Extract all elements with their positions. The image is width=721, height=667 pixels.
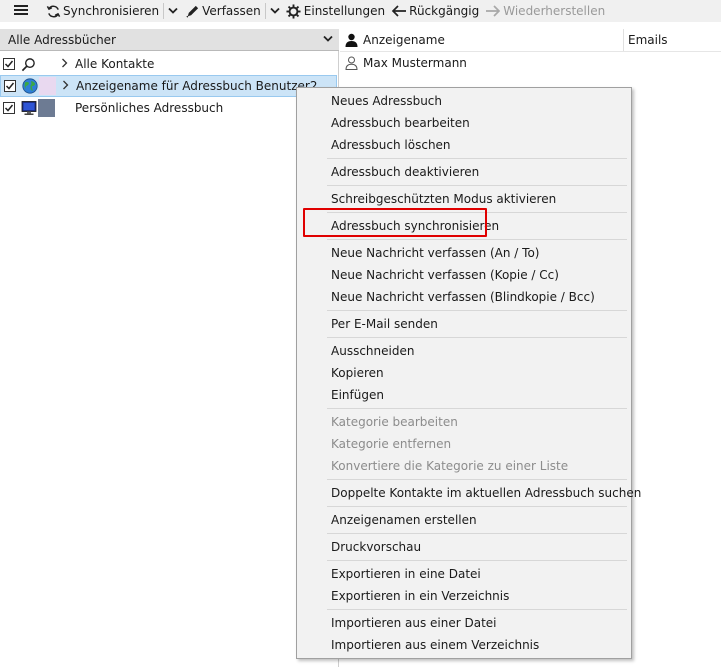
- tree-item-label: Alle Kontakte: [75, 57, 155, 71]
- chevron-down-icon: [270, 4, 280, 18]
- chevron-right-icon[interactable]: [61, 58, 68, 71]
- contacts-list-header: Anzeigename Emails: [340, 29, 721, 52]
- menu-separator: [327, 560, 627, 561]
- menu-item-import-file[interactable]: Importieren aus einer Datei: [331, 613, 497, 633]
- addressbook-filter-dropdown[interactable]: Alle Adressbücher: [0, 29, 339, 51]
- addressbook-checkbox[interactable]: [3, 102, 15, 114]
- menu-item-new-addressbook[interactable]: Neues Adressbuch: [331, 91, 442, 111]
- chevron-down-icon: [168, 4, 178, 18]
- toolbar: Synchronisieren Verfassen Einstellungen …: [0, 0, 721, 22]
- menu-item-edit-addressbook[interactable]: Adressbuch bearbeiten: [331, 113, 470, 133]
- toolbar-separator: [264, 3, 266, 19]
- compose-button[interactable]: Verfassen: [181, 0, 264, 22]
- menu-item-readonly-mode[interactable]: Schreibgeschützten Modus aktivieren: [331, 189, 556, 209]
- column-divider[interactable]: [623, 29, 624, 51]
- sync-dropdown-button[interactable]: [165, 0, 181, 22]
- menu-separator: [327, 533, 627, 534]
- menu-separator: [327, 185, 627, 186]
- tree-item-label: Anzeigename für Adressbuch Benutzer2: [76, 79, 318, 93]
- compose-dropdown-button[interactable]: [267, 0, 283, 22]
- addressbook-color-swatch: [38, 99, 55, 117]
- globe-icon: [21, 78, 38, 95]
- computer-icon: [20, 100, 37, 117]
- settings-label: Einstellungen: [303, 4, 386, 18]
- column-header-display-name[interactable]: Anzeigename: [343, 32, 445, 48]
- menu-item-cut[interactable]: Ausschneiden: [331, 341, 414, 361]
- menu-separator: [327, 310, 627, 311]
- menu-item-edit-category[interactable]: Kategorie bearbeiten: [331, 412, 458, 432]
- contact-row[interactable]: Max Mustermann: [340, 53, 467, 73]
- sync-label: Synchronisieren: [63, 4, 160, 18]
- menu-separator: [327, 239, 627, 240]
- menu-item-export-directory[interactable]: Exportieren in ein Verzeichnis: [331, 586, 509, 606]
- addressbook-checkbox[interactable]: [3, 58, 15, 70]
- toolbar-separator: [163, 3, 165, 19]
- menu-item-send-email[interactable]: Per E-Mail senden: [331, 314, 438, 334]
- tree-item-all-contacts[interactable]: Alle Kontakte: [0, 53, 337, 75]
- menu-separator: [327, 609, 627, 610]
- highlight-annotation: [303, 208, 487, 237]
- undo-label: Rückgängig: [409, 4, 480, 18]
- addressbook-color-swatch: [39, 77, 56, 95]
- menu-item-compose-to[interactable]: Neue Nachricht verfassen (An / To): [331, 243, 539, 263]
- menu-separator: [327, 506, 627, 507]
- hamburger-icon: [14, 4, 28, 19]
- menu-item-copy[interactable]: Kopieren: [331, 363, 384, 383]
- column-header-label: Emails: [628, 33, 668, 47]
- menu-separator: [327, 158, 627, 159]
- contact-display-name: Max Mustermann: [363, 56, 467, 70]
- arrow-left-icon: [391, 3, 407, 19]
- settings-button[interactable]: Einstellungen: [283, 0, 388, 22]
- sync-button[interactable]: Synchronisieren: [42, 0, 162, 22]
- addressbook-checkbox[interactable]: [4, 80, 16, 92]
- arrow-right-icon: [485, 3, 501, 19]
- menu-item-find-duplicates[interactable]: Doppelte Kontakte im aktuellen Adressbuc…: [331, 483, 641, 503]
- addressbook-filter-label: Alle Adressbücher: [8, 32, 116, 47]
- undo-button[interactable]: Rückgängig: [388, 0, 482, 22]
- menu-item-export-file[interactable]: Exportieren in eine Datei: [331, 564, 481, 584]
- menu-item-convert-category[interactable]: Konvertiere die Kategorie zu einer Liste: [331, 456, 568, 476]
- person-icon: [343, 32, 359, 48]
- menu-item-remove-category[interactable]: Kategorie entfernen: [331, 434, 451, 454]
- menu-item-delete-addressbook[interactable]: Adressbuch löschen: [331, 135, 451, 155]
- tree-item-personal-addressbook[interactable]: Persönliches Adressbuch: [0, 97, 337, 119]
- column-header-label: Anzeigename: [363, 33, 445, 47]
- redo-label: Wiederherstellen: [503, 4, 606, 18]
- menu-separator: [327, 337, 627, 338]
- menu-item-deactivate-addressbook[interactable]: Adressbuch deaktivieren: [331, 162, 479, 182]
- addressbook-tree: Alle Kontakte Anzeigename für Adressbuch…: [0, 51, 339, 667]
- column-header-emails[interactable]: Emails: [628, 33, 668, 47]
- menu-item-create-display-names[interactable]: Anzeigenamen erstellen: [331, 510, 477, 530]
- person-outline-icon: [343, 55, 359, 71]
- menu-separator: [327, 479, 627, 480]
- main-menu-button[interactable]: [0, 0, 42, 22]
- pen-icon: [184, 3, 200, 19]
- gear-icon: [286, 3, 302, 19]
- menu-separator: [327, 408, 627, 409]
- menu-item-print-preview[interactable]: Druckvorschau: [331, 537, 421, 557]
- compose-label: Verfassen: [202, 4, 261, 18]
- chevron-down-icon: [323, 32, 333, 46]
- context-menu: Neues Adressbuch Adressbuch bearbeiten A…: [296, 87, 641, 659]
- search-icon: [20, 56, 37, 73]
- menu-item-compose-bcc[interactable]: Neue Nachricht verfassen (Blindkopie / B…: [331, 287, 595, 307]
- sync-icon: [45, 3, 61, 19]
- tree-item-label: Persönliches Adressbuch: [75, 101, 224, 115]
- chevron-right-icon[interactable]: [62, 80, 69, 93]
- menu-item-paste[interactable]: Einfügen: [331, 385, 384, 405]
- redo-button[interactable]: Wiederherstellen: [482, 0, 608, 22]
- menu-item-compose-cc[interactable]: Neue Nachricht verfassen (Kopie / Cc): [331, 265, 559, 285]
- menu-item-import-directory[interactable]: Importieren aus einem Verzeichnis: [331, 635, 539, 655]
- tree-item-addressbook-benutzer2[interactable]: Anzeigename für Adressbuch Benutzer2: [0, 75, 337, 97]
